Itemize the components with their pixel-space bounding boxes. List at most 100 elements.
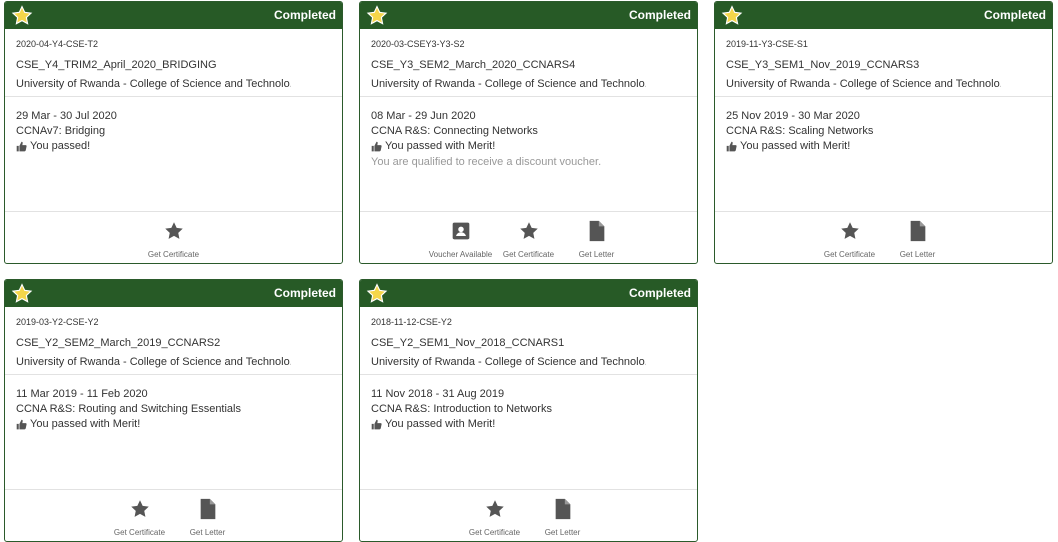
get-letter-button[interactable]: Get Letter [529, 498, 597, 537]
document-icon [198, 498, 218, 525]
card-actions: Get Certificate [5, 212, 342, 263]
voucher-note: You are qualified to receive a discount … [371, 156, 602, 168]
action-label: Get Certificate [823, 250, 876, 259]
status-badge: Completed [983, 8, 1046, 22]
class-info: 2019-03-Y2-CSE-Y2 CSE_Y2_SEM2_March_2019… [5, 307, 342, 375]
star-icon [11, 283, 33, 303]
class-name[interactable]: CSE_Y2_SEM2_March_2019_CCNARS2 [16, 337, 331, 350]
action-label: Get Letter [899, 250, 936, 259]
class-dates: 25 Nov 2019 - 30 Mar 2020 [726, 110, 860, 122]
course-card: Completed 2018-11-12-CSE-Y2 CSE_Y2_SEM1_… [359, 279, 698, 542]
class-name[interactable]: CSE_Y2_SEM1_Nov_2018_CCNARS1 [371, 337, 686, 350]
voucher-available-button[interactable]: Voucher Available [427, 220, 495, 259]
get-letter-button[interactable]: Get Letter [174, 498, 242, 537]
class-code: 2020-03-CSEY3-Y3-S2 [371, 39, 465, 49]
star-icon [11, 5, 33, 25]
voucher-icon [451, 220, 471, 247]
action-label: Get Certificate [502, 250, 555, 259]
status-badge: Completed [273, 8, 336, 22]
status-badge: Completed [628, 8, 691, 22]
class-info: 2020-04-Y4-CSE-T2 CSE_Y4_TRIM2_April_202… [5, 29, 342, 97]
thumbs-up-icon [371, 141, 382, 152]
action-label: Get Letter [544, 528, 581, 537]
result-line: You passed with Merit! [726, 139, 1041, 154]
get-certificate-button[interactable]: Get Certificate [461, 498, 529, 537]
card-header: Completed [5, 2, 342, 29]
get-letter-button[interactable]: Get Letter [563, 220, 631, 259]
class-details: 25 Nov 2019 - 30 Mar 2020 CCNA R&S: Scal… [715, 97, 1052, 212]
star-icon [840, 220, 860, 247]
status-badge: Completed [628, 286, 691, 300]
class-dates: 11 Mar 2019 - 11 Feb 2020 [16, 388, 148, 400]
class-details: 11 Mar 2019 - 11 Feb 2020 CCNA R&S: Rout… [5, 375, 342, 490]
status-badge: Completed [273, 286, 336, 300]
class-name[interactable]: CSE_Y3_SEM1_Nov_2019_CCNARS3 [726, 59, 1041, 72]
course-name: CCNA R&S: Introduction to Networks [371, 403, 552, 415]
card-actions: Get Certificate Get Letter [715, 212, 1052, 263]
course-name: CCNA R&S: Scaling Networks [726, 125, 874, 137]
result-line: You passed with Merit! [16, 417, 331, 432]
get-certificate-button[interactable]: Get Certificate [140, 220, 208, 259]
star-icon [485, 498, 505, 525]
get-certificate-button[interactable]: Get Certificate [495, 220, 563, 259]
course-name: CCNA R&S: Routing and Switching Essentia… [16, 403, 241, 415]
course-name: CCNAv7: Bridging [16, 125, 106, 137]
class-code: 2019-03-Y2-CSE-Y2 [16, 317, 99, 327]
organization-name: University of Rwanda - College of Scienc… [16, 356, 291, 368]
card-header: Completed [5, 280, 342, 307]
card-header: Completed [715, 2, 1052, 29]
action-label: Get Letter [189, 528, 226, 537]
get-certificate-button[interactable]: Get Certificate [816, 220, 884, 259]
class-dates: 11 Nov 2018 - 31 Aug 2019 [371, 388, 505, 400]
get-certificate-button[interactable]: Get Certificate [106, 498, 174, 537]
course-name: CCNA R&S: Connecting Networks [371, 125, 538, 137]
document-icon [587, 220, 607, 247]
document-icon [553, 498, 573, 525]
class-info: 2020-03-CSEY3-Y3-S2 CSE_Y3_SEM2_March_20… [360, 29, 697, 97]
course-card: Completed 2019-03-Y2-CSE-Y2 CSE_Y2_SEM2_… [4, 279, 343, 542]
result-text: You passed with Merit! [740, 140, 851, 152]
class-dates: 08 Mar - 29 Jun 2020 [371, 110, 476, 122]
thumbs-up-icon [16, 419, 27, 430]
class-details: 29 Mar - 30 Jul 2020 CCNAv7: Bridging Yo… [5, 97, 342, 212]
star-icon [366, 5, 388, 25]
card-actions: Voucher Available Get Certificate Get Lett… [360, 212, 697, 263]
organization-name: University of Rwanda - College of Scienc… [726, 78, 1001, 90]
course-card: Completed 2020-03-CSEY3-Y3-S2 CSE_Y3_SEM… [359, 1, 698, 264]
action-label: Get Certificate [113, 528, 166, 537]
star-icon [519, 220, 539, 247]
class-code: 2020-04-Y4-CSE-T2 [16, 39, 99, 49]
card-header: Completed [360, 2, 697, 29]
class-dates: 29 Mar - 30 Jul 2020 [16, 110, 117, 122]
course-card: Completed 2020-04-Y4-CSE-T2 CSE_Y4_TRIM2… [4, 1, 343, 264]
organization-name: University of Rwanda - College of Scienc… [371, 78, 646, 90]
star-icon [130, 498, 150, 525]
card-header: Completed [360, 280, 697, 307]
thumbs-up-icon [371, 419, 382, 430]
course-card: Completed 2019-11-Y3-CSE-S1 CSE_Y3_SEM1_… [714, 1, 1053, 264]
document-icon [908, 220, 928, 247]
result-text: You passed with Merit! [30, 418, 141, 430]
class-name[interactable]: CSE_Y4_TRIM2_April_2020_BRIDGING [16, 59, 331, 72]
action-label: Get Letter [578, 250, 615, 259]
class-info: 2019-11-Y3-CSE-S1 CSE_Y3_SEM1_Nov_2019_C… [715, 29, 1052, 97]
class-details: 08 Mar - 29 Jun 2020 CCNA R&S: Connectin… [360, 97, 697, 212]
class-code: 2019-11-Y3-CSE-S1 [726, 39, 808, 49]
class-code: 2018-11-12-CSE-Y2 [371, 317, 452, 327]
star-icon [366, 283, 388, 303]
result-text: You passed with Merit! [385, 140, 496, 152]
thumbs-up-icon [16, 141, 27, 152]
get-letter-button[interactable]: Get Letter [884, 220, 952, 259]
card-actions: Get Certificate Get Letter [5, 490, 342, 541]
action-label: Get Certificate [147, 250, 200, 259]
action-label: Voucher Available [428, 250, 493, 259]
class-info: 2018-11-12-CSE-Y2 CSE_Y2_SEM1_Nov_2018_C… [360, 307, 697, 375]
result-line: You passed! [16, 139, 331, 154]
card-actions: Get Certificate Get Letter [360, 490, 697, 541]
star-icon [721, 5, 743, 25]
result-line: You passed with Merit! [371, 417, 686, 432]
class-name[interactable]: CSE_Y3_SEM2_March_2020_CCNARS4 [371, 59, 686, 72]
result-line: You passed with Merit! [371, 139, 686, 154]
thumbs-up-icon [726, 141, 737, 152]
star-icon [164, 220, 184, 247]
